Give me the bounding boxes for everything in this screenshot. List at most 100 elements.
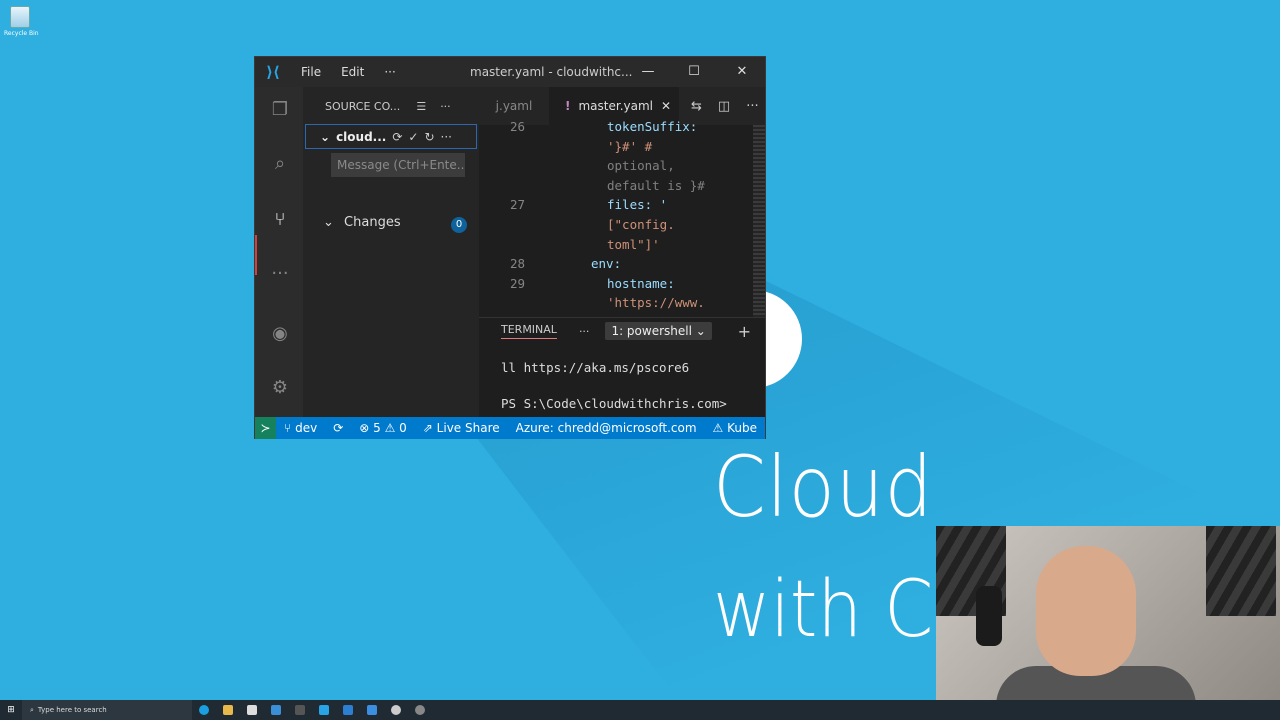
warning-marker-icon: ! [565,99,571,113]
todo-icon[interactable] [360,700,384,720]
code-line: toml"]' [607,236,660,252]
code-line: files: ' [607,197,668,213]
changes-group[interactable]: ⌄ Changes 0 [323,215,471,233]
line-number: 27 [509,197,525,213]
menu-more[interactable]: ··· [374,65,405,79]
app-icon[interactable] [408,700,432,720]
tab-terminal[interactable]: TERMINAL [501,323,557,339]
code-editor[interactable]: 26 tokenSuffix: '}#' # optional, default is … [479,119,765,317]
repo-more-icon[interactable]: ··· [441,130,452,144]
live-share-label: Live Share [436,421,500,435]
editor-area: j.yaml ! master.yaml ✕ ⇆ ◫ ··· 26 tokenSu… [479,87,765,317]
settings-gear-icon[interactable]: ⚙ [267,375,293,401]
code-line: optional, [607,158,675,174]
title-bar: ⟩⟨ File Edit ··· master.yaml - cloudwith… [255,57,765,87]
panel-more-icon[interactable]: ··· [579,325,590,338]
sidebar-title: SOURCE CO... [325,99,401,113]
more-icon[interactable]: ··· [267,261,293,287]
code-line: tokenSuffix: [607,119,698,134]
line-number: 26 [509,119,525,134]
acoustic-foam [1206,526,1276,616]
file-explorer-icon[interactable] [216,700,240,720]
menu-edit[interactable]: Edit [331,65,374,79]
vscode-taskbar-icon[interactable] [312,700,336,720]
code-line: hostname: [607,275,675,291]
taskbar-search[interactable]: ⌕ Type here to search [22,700,192,720]
code-line: ["config. [607,217,675,232]
editor-more-icon[interactable]: ··· [746,99,758,114]
code-line: default is }# [607,177,705,193]
terminal-prompt[interactable]: PS S:\Code\cloudwithchris.com> [501,396,727,411]
live-share-item[interactable]: ⇗ Live Share [415,421,508,435]
azure-account-item[interactable]: Azure: chredd@microsoft.com [508,421,705,435]
commit-message-input[interactable]: Message (Ctrl+Ente... [331,153,465,177]
maximize-button[interactable]: ☐ [671,57,717,87]
shell-label: 1: powershell [611,324,692,338]
more-actions-icon[interactable]: ··· [440,100,451,113]
remote-icon[interactable]: ≻ [255,417,277,439]
activity-bar: ❐ ⌕ ⑂ ··· ◉ ⚙ [255,87,303,417]
edge-icon[interactable] [192,700,216,720]
calendar-icon[interactable] [336,700,360,720]
code-line: env: [591,256,622,272]
repository-name: cloud... [336,129,387,144]
microphone [976,586,1002,646]
terminal-line: ll https://aka.ms/pscore6 [501,360,690,375]
code-line: '}#' # [607,138,653,154]
wallpaper-brand-line1: Cloud [713,438,934,536]
webcam-overlay [936,526,1280,720]
git-branch-icon: ⑂ [284,421,292,435]
error-count: 5 [373,421,381,435]
menu-file[interactable]: File [291,65,331,79]
kubernetes-item[interactable]: ⚠ Kube [705,421,765,435]
sidebar-header: SOURCE CO... ☰ ··· [303,87,479,125]
terminal-panel: TERMINAL ··· 1: powershell ⌄ + ll https:… [479,317,765,417]
line-number: 29 [509,275,525,291]
windows-start-icon[interactable]: ⊞ [0,705,22,715]
branch-item[interactable]: ⑂ dev [276,421,325,435]
split-editor-icon[interactable]: ◫ [718,99,730,114]
changes-label: Changes [344,215,401,230]
sync-icon[interactable]: ↻ [424,130,434,144]
taskbar: ⊞ ⌕ Type here to search [0,700,1280,720]
recycle-bin-label: Recycle Bin [4,30,39,37]
code-line: 'https://www. [607,295,705,311]
search-icon[interactable]: ⌕ [267,151,293,177]
mail-icon[interactable] [264,700,288,720]
status-bar: ≻ ⑂ dev ⟳ ⊗ 5 ⚠ 0 ⇗ Live Share Azure: ch… [255,417,765,439]
explorer-icon[interactable]: ❐ [267,97,293,123]
tab-label: master.yaml [578,99,653,113]
chevron-down-icon: ⌄ [320,129,331,144]
terminal-shell-select[interactable]: 1: powershell ⌄ [605,322,712,340]
obs-icon[interactable] [384,700,408,720]
problems-item[interactable]: ⊗ 5 ⚠ 0 [351,421,415,435]
minimap[interactable] [753,125,765,317]
store-icon[interactable] [240,700,264,720]
tab-inactive[interactable]: j.yaml [479,99,549,113]
source-control-sidebar: SOURCE CO... ☰ ··· ⌄ cloud... ⟳ ✓ ↻ ··· … [303,87,479,417]
open-changes-icon[interactable]: ⇆ [691,99,702,114]
close-tab-icon[interactable]: ✕ [661,99,671,113]
recycle-bin-desktop-icon[interactable]: Recycle Bin [4,4,39,37]
new-terminal-plus-icon[interactable]: + [738,322,751,341]
panel-header: TERMINAL ··· 1: powershell ⌄ + [479,318,765,344]
terminal-icon[interactable] [288,700,312,720]
chevron-down-icon: ⌄ [323,215,334,230]
search-icon: ⌕ [30,705,34,714]
commit-check-icon[interactable]: ✓ [408,130,418,144]
active-indicator [255,235,257,275]
kube-label: Kube [727,421,757,435]
warning-count: 0 [399,421,407,435]
source-control-icon[interactable]: ⑂ [267,207,293,233]
view-as-tree-icon[interactable]: ☰ [416,100,426,113]
refresh-icon[interactable]: ⟳ [392,130,402,144]
minimize-button[interactable]: — [625,57,671,87]
vscode-window: ⟩⟨ File Edit ··· master.yaml - cloudwith… [254,56,766,439]
search-placeholder: Type here to search [37,706,107,714]
account-icon[interactable]: ◉ [267,321,293,347]
vscode-logo-icon: ⟩⟨ [266,63,280,81]
close-button[interactable]: ✕ [719,57,765,87]
recycle-bin-icon [10,6,30,28]
sync-status-icon[interactable]: ⟳ [325,421,351,435]
repository-row[interactable]: ⌄ cloud... ⟳ ✓ ↻ ··· [305,124,477,149]
